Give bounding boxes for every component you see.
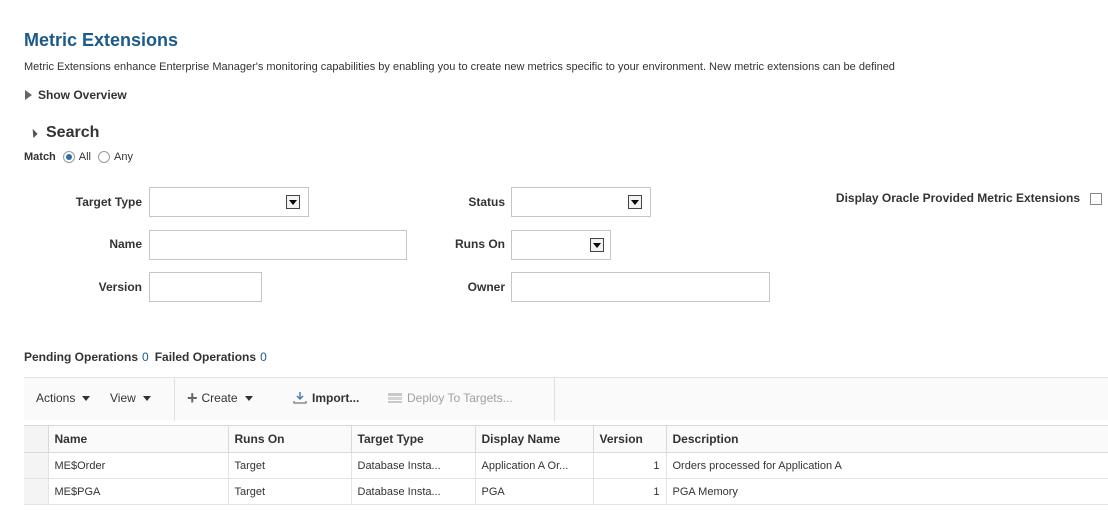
search-title: Search [46, 124, 100, 141]
show-overview-toggle[interactable]: Show Overview [25, 88, 127, 102]
chevron-down-icon [289, 199, 297, 205]
table-row[interactable]: ME$Order Target Database Insta... Applic… [24, 452, 1108, 479]
target-type-select[interactable] [149, 187, 309, 217]
table-toolbar: Actions View + Create Import... Deploy T… [24, 377, 1108, 421]
target-type-dropdown-button[interactable] [286, 195, 300, 209]
column-header-description[interactable]: Description [666, 425, 1108, 453]
search-section-toggle[interactable]: Search [28, 124, 100, 142]
deploy-label: Deploy To Targets... [407, 391, 513, 405]
deploy-to-targets-button[interactable]: Deploy To Targets... [387, 391, 513, 405]
row-selector[interactable] [24, 478, 49, 505]
table-header-row: Name Runs On Target Type Display Name Ve… [24, 425, 1108, 453]
plus-icon: + [187, 388, 198, 408]
show-overview-label: Show Overview [38, 88, 127, 102]
target-type-label: Target Type [75, 195, 142, 209]
import-icon [293, 392, 307, 404]
triangle-down-icon [28, 128, 38, 138]
import-label: Import... [312, 391, 360, 405]
status-label: Status [468, 195, 505, 209]
toolbar-divider [554, 378, 555, 421]
cell-target-type: Database Insta... [351, 452, 476, 479]
cell-target-type: Database Insta... [351, 478, 476, 505]
match-any-label: Any [114, 151, 133, 163]
owner-input[interactable] [511, 272, 770, 302]
operations-status: Pending Operations 0 Failed Operations 0 [24, 350, 273, 364]
column-header-display-name[interactable]: Display Name [475, 425, 594, 453]
actions-label: Actions [36, 391, 76, 405]
cell-name: ME$PGA [48, 478, 229, 505]
metric-extensions-table: Name Runs On Target Type Display Name Ve… [24, 425, 1108, 505]
cell-version: 1 [593, 452, 667, 479]
import-button[interactable]: Import... [292, 391, 359, 405]
caret-down-icon [82, 395, 91, 401]
match-label: Match [24, 151, 56, 163]
version-label: Version [98, 280, 142, 294]
cell-description: Orders processed for Application A [666, 452, 1108, 479]
caret-down-icon [244, 395, 253, 401]
version-input[interactable] [149, 272, 262, 302]
cell-runs-on: Target [228, 478, 352, 505]
view-label: View [110, 391, 136, 405]
chevron-down-icon [631, 199, 639, 205]
display-oracle-checkbox[interactable] [1090, 193, 1102, 205]
row-selector-header [24, 425, 49, 453]
actions-menu[interactable]: Actions [36, 391, 91, 405]
cell-version: 1 [593, 478, 667, 505]
match-all-label: All [78, 151, 92, 163]
create-menu[interactable]: + Create [187, 388, 253, 408]
pending-operations-label: Pending Operations [24, 350, 139, 364]
pending-operations-count[interactable]: 0 [142, 350, 149, 364]
match-all-radio[interactable] [62, 151, 75, 163]
cell-description: PGA Memory [666, 478, 1108, 505]
column-header-name[interactable]: Name [48, 425, 229, 453]
failed-operations-count[interactable]: 0 [260, 350, 267, 364]
cell-name: ME$Order [48, 452, 229, 479]
chevron-down-icon [593, 242, 601, 248]
failed-operations-label: Failed Operations [154, 350, 257, 364]
name-input[interactable] [149, 230, 407, 260]
caret-down-icon [142, 395, 151, 401]
display-oracle-label: Display Oracle Provided Metric Extension… [835, 191, 1080, 205]
table-row[interactable]: ME$PGA Target Database Insta... PGA 1 PG… [24, 478, 1108, 505]
triangle-right-icon [25, 90, 32, 100]
column-header-runs-on[interactable]: Runs On [228, 425, 352, 453]
runs-on-select[interactable] [511, 230, 611, 260]
cell-display-name: Application A Or... [475, 452, 594, 479]
cell-display-name: PGA [475, 478, 594, 505]
deploy-icon [388, 393, 402, 403]
runs-on-dropdown-button[interactable] [590, 238, 604, 252]
match-selector: Match All Any [24, 151, 133, 163]
name-label: Name [109, 237, 142, 251]
runs-on-label: Runs On [455, 237, 505, 251]
page-description: Metric Extensions enhance Enterprise Man… [24, 61, 895, 73]
column-header-target-type[interactable]: Target Type [351, 425, 476, 453]
owner-label: Owner [467, 280, 505, 294]
match-any-radio[interactable] [98, 151, 111, 163]
status-dropdown-button[interactable] [628, 195, 642, 209]
cell-runs-on: Target [228, 452, 352, 479]
status-select[interactable] [511, 187, 651, 217]
column-header-version[interactable]: Version [593, 425, 667, 453]
view-menu[interactable]: View [110, 391, 151, 405]
row-selector[interactable] [24, 452, 49, 479]
page-title: Metric Extensions [24, 30, 179, 50]
create-label: Create [201, 391, 238, 405]
toolbar-divider [174, 378, 175, 421]
